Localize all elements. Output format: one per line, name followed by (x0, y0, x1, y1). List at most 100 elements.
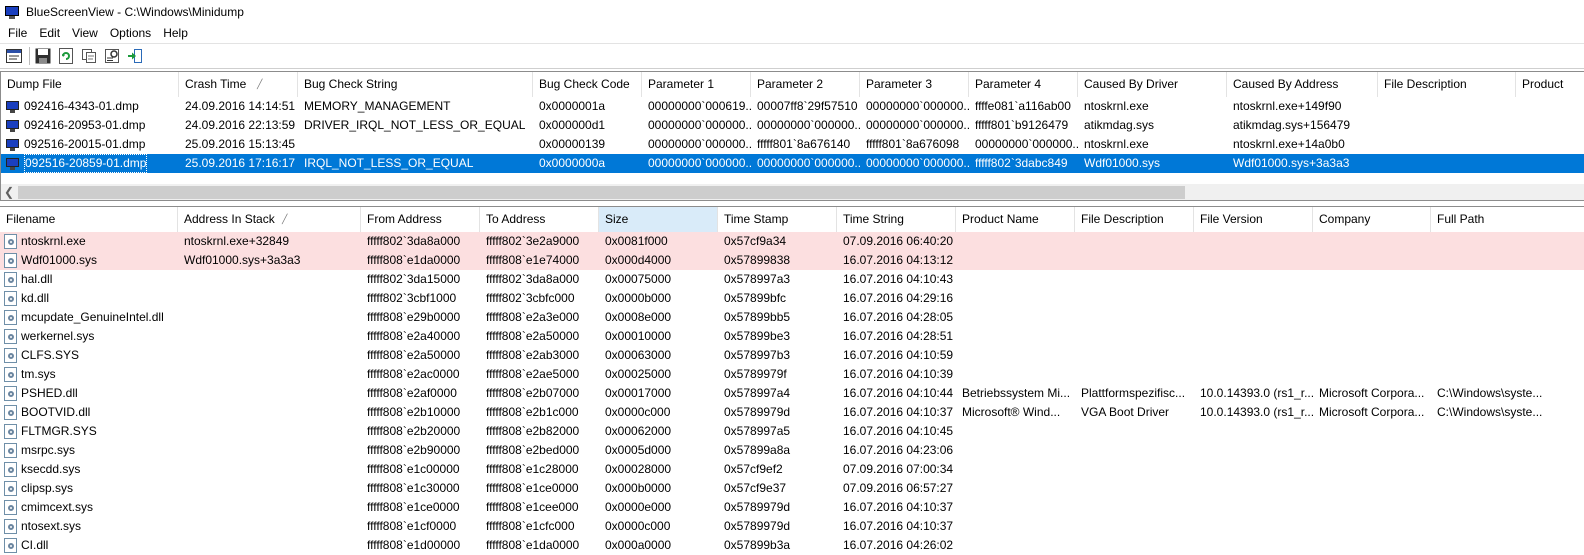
dump-file-row[interactable]: 092516-20859-01.dmp 25.09.2016 17:16:17 IR… (1, 154, 1584, 173)
cell-file-description (1075, 536, 1194, 555)
cell-time-stamp: 0x578997a4 (718, 384, 837, 403)
column-header-company[interactable]: Company (1313, 207, 1431, 232)
column-header-time-string[interactable]: Time String (837, 207, 956, 232)
driver-row[interactable]: clipsp.sys fffff808`e1c30000 fffff808`e1ce… (0, 479, 1584, 498)
cell-from-address: fffff808`e2b10000 (361, 403, 480, 422)
driver-row[interactable]: Wdf01000.sys Wdf01000.sys+3a3a3 fffff808`e… (0, 251, 1584, 270)
bluescreenview-app-icon (4, 5, 20, 19)
cell-size: 0x0000c000 (599, 403, 718, 422)
column-header-caused-by-driver[interactable]: Caused By Driver (1078, 72, 1227, 97)
driver-row[interactable]: BOOTVID.dll fffff808`e2b10000 fffff808`e2b… (0, 403, 1584, 422)
column-header-dump-file[interactable]: Dump File (1, 72, 179, 97)
column-header-crash-time[interactable]: Crash Time ╱ (179, 72, 298, 97)
cell-text: 0x57cf9ef2 (724, 462, 783, 476)
dump-file-row[interactable]: 092416-20953-01.dmp 24.09.2016 22:13:59 DR… (1, 116, 1584, 135)
column-header-parameter-1[interactable]: Parameter 1 (642, 72, 751, 97)
cell-full-path (1431, 289, 1584, 308)
copy-button[interactable] (79, 46, 99, 66)
column-header-bug-check-string[interactable]: Bug Check String (298, 72, 533, 97)
cell-parameter-2: fffff801`8a676140 (751, 135, 860, 154)
cell-text: Wdf01000.sys (21, 253, 98, 267)
menu-options[interactable]: Options (104, 26, 157, 40)
save-button[interactable] (33, 46, 53, 66)
driver-row[interactable]: mcupdate_GenuineIntel.dll fffff808`e29b00… (0, 308, 1584, 327)
refresh-button[interactable] (56, 46, 76, 66)
driver-row[interactable]: tm.sys fffff808`e2ac0000 fffff808`e2ae5000… (0, 365, 1584, 384)
dump-file-row[interactable]: 092416-4343-01.dmp 24.09.2016 14:14:51 MEM… (1, 97, 1584, 116)
scrollbar-thumb[interactable] (18, 186, 1185, 199)
cell-address-in-stack (178, 517, 361, 536)
cell-text: 0x00063000 (605, 348, 672, 362)
column-header-product-name[interactable]: Product Name (956, 207, 1075, 232)
cell-text: fffff808`e2b82000 (486, 424, 580, 438)
cell-file-version (1194, 289, 1313, 308)
column-header-product[interactable]: Product (1516, 72, 1584, 97)
column-header-bug-check-code[interactable]: Bug Check Code (533, 72, 642, 97)
exit-button[interactable] (125, 46, 145, 66)
column-header-time-stamp[interactable]: Time Stamp (718, 207, 837, 232)
column-header-parameter-2[interactable]: Parameter 2 (751, 72, 860, 97)
cell-text: 0x5789979d (724, 500, 791, 514)
driver-row[interactable]: werkernel.sys fffff808`e2a40000 fffff808`e… (0, 327, 1584, 346)
driver-file-icon (4, 234, 17, 249)
cell-parameter-4: fffff801`b9126479 (969, 116, 1078, 135)
cell-company (1313, 479, 1431, 498)
column-header-caused-by-address[interactable]: Caused By Address (1227, 72, 1378, 97)
cell-from-address: fffff808`e1c00000 (361, 460, 480, 479)
column-header-filename[interactable]: Filename (0, 207, 178, 232)
driver-row[interactable]: kd.dll fffff802`3cbf1000 fffff802`3cbfc000… (0, 289, 1584, 308)
cell-from-address: fffff808`e1c30000 (361, 479, 480, 498)
column-header-parameter-4[interactable]: Parameter 4 (969, 72, 1078, 97)
driver-row[interactable]: CLFS.SYS fffff808`e2a50000 fffff808`e2ab30… (0, 346, 1584, 365)
column-header-label: To Address (486, 212, 546, 226)
cell-text: ntoskrnl.exe (1084, 137, 1149, 151)
column-header-size[interactable]: Size (599, 207, 718, 232)
driver-row[interactable]: FLTMGR.SYS fffff808`e2b20000 fffff808`e2b8… (0, 422, 1584, 441)
cell-time-stamp: 0x57899b3a (718, 536, 837, 555)
driver-row[interactable]: ntosext.sys fffff808`e1cf0000 fffff808`e1c… (0, 517, 1584, 536)
cell-text: atikmdag.sys (1084, 118, 1155, 132)
cell-time-stamp: 0x5789979d (718, 403, 837, 422)
menu-file[interactable]: File (2, 26, 33, 40)
dump-file-row[interactable]: 092516-20015-01.dmp 25.09.2016 15:13:45 0x… (1, 135, 1584, 154)
cell-company (1313, 422, 1431, 441)
cell-from-address: fffff808`e2a50000 (361, 346, 480, 365)
driver-row[interactable]: CI.dll fffff808`e1d00000 fffff808`e1da0000… (0, 536, 1584, 555)
cell-address-in-stack (178, 536, 361, 555)
cell-text: fffff808`e2ae5000 (486, 367, 580, 381)
driver-row[interactable]: hal.dll fffff802`3da15000 fffff802`3da8a00… (0, 270, 1584, 289)
properties-button[interactable] (4, 46, 24, 66)
column-header-file-description[interactable]: File Description (1075, 207, 1194, 232)
cell-text: 16.07.2016 04:10:59 (843, 348, 954, 362)
cell-text: fffff808`e2ac0000 (367, 367, 460, 381)
column-header-file-version[interactable]: File Version (1194, 207, 1313, 232)
cell-file-description (1075, 422, 1194, 441)
driver-row[interactable]: ksecdd.sys fffff808`e1c00000 fffff808`e1c2… (0, 460, 1584, 479)
column-header-from-address[interactable]: From Address (361, 207, 480, 232)
cell-file-version (1194, 479, 1313, 498)
cell-company (1313, 498, 1431, 517)
column-header-file-description[interactable]: File Description (1378, 72, 1516, 97)
driver-row[interactable]: msrpc.sys fffff808`e2b90000 fffff808`e2bed… (0, 441, 1584, 460)
cell-parameter-1: 00000000`000000... (642, 135, 751, 154)
driver-row[interactable]: cmimcext.sys fffff808`e1ce0000 fffff808`e1… (0, 498, 1584, 517)
sort-indicator-icon: ╱ (257, 79, 263, 89)
driver-row[interactable]: PSHED.dll fffff808`e2af0000 fffff808`e2b07… (0, 384, 1584, 403)
cell-product (1516, 135, 1584, 154)
properties-icon (6, 49, 22, 63)
cell-text: 00000000`000000... (975, 137, 1078, 151)
column-header-to-address[interactable]: To Address (480, 207, 599, 232)
column-header-parameter-3[interactable]: Parameter 3 (860, 72, 969, 97)
cell-text: 0x5789979d (724, 519, 791, 533)
menu-view[interactable]: View (66, 26, 104, 40)
column-header-full-path[interactable]: Full Path (1431, 207, 1584, 232)
menu-help[interactable]: Help (157, 26, 194, 40)
column-header-address-in-stack[interactable]: Address In Stack ╱ (178, 207, 361, 232)
driver-row[interactable]: ntoskrnl.exe ntoskrnl.exe+32849 fffff802`3… (0, 232, 1584, 251)
horizontal-scrollbar[interactable]: ❮ (1, 184, 1584, 200)
scroll-left-arrow-icon[interactable]: ❮ (4, 184, 14, 200)
menu-edit[interactable]: Edit (33, 26, 66, 40)
cell-text: fffff802`3dabc849 (975, 156, 1068, 170)
cell-text: fffff802`3e2a9000 (486, 234, 580, 248)
advanced-options-button[interactable] (102, 46, 122, 66)
